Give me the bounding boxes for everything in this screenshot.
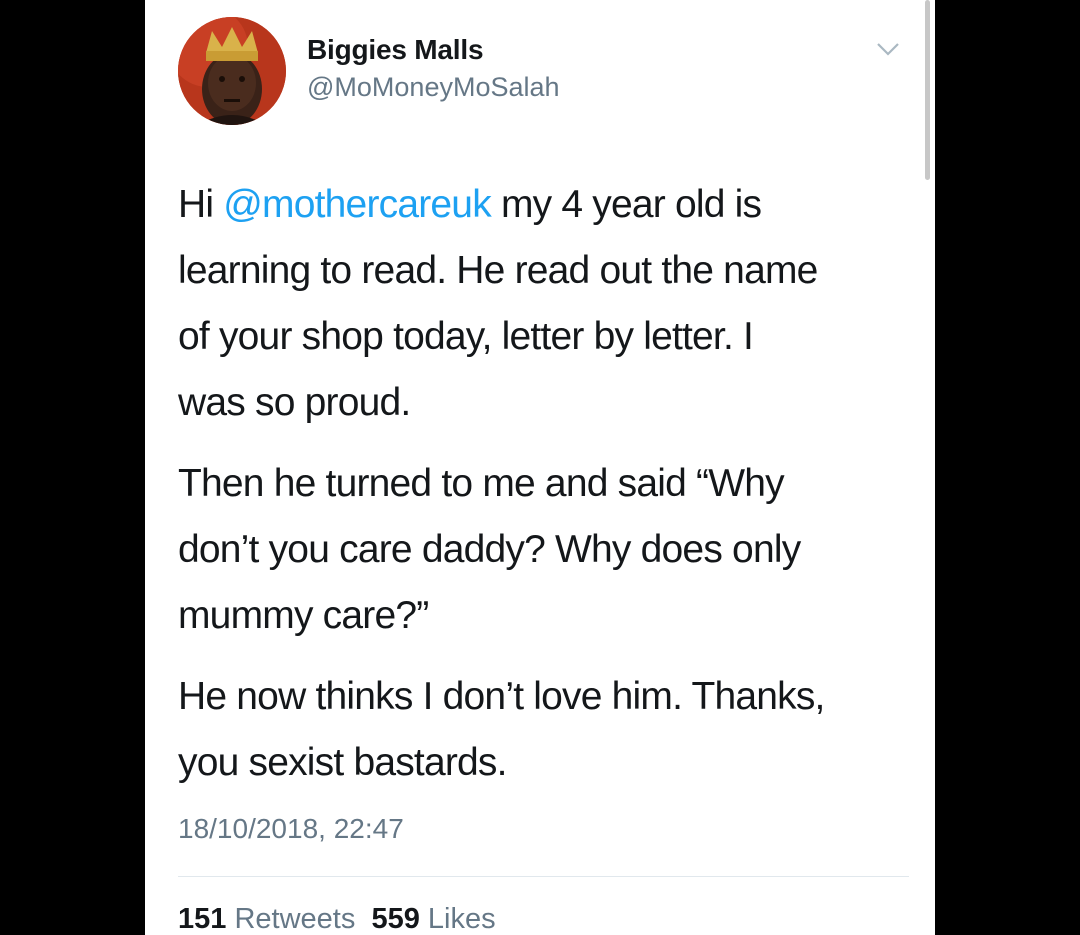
text-line: don’t you care daddy? Why does only <box>178 528 801 571</box>
text-line: of your shop today, letter by letter. I <box>178 315 754 358</box>
retweets-label: Retweets <box>234 903 356 935</box>
text-line: mummy care?” <box>178 594 429 637</box>
mention-link[interactable]: @mothercareuk <box>223 183 491 226</box>
text-line: Then he turned to me and said “Why <box>178 462 785 505</box>
chevron-down-icon[interactable] <box>872 38 904 62</box>
likes-stat[interactable]: 559 Likes <box>371 903 495 935</box>
tweet-stats: 151 Retweets 559 Likes <box>178 903 496 935</box>
scrollbar[interactable] <box>925 0 930 180</box>
tweet-paragraph: Hi @mothercareuk my 4 year old is learni… <box>178 172 918 436</box>
retweets-count: 151 <box>178 903 227 935</box>
tweet-paragraph: He now thinks I don’t love him. Thanks, … <box>178 664 918 796</box>
text-segment: Hi <box>178 183 224 226</box>
likes-count: 559 <box>371 903 420 935</box>
author-display-name[interactable]: Biggies Malls <box>307 34 484 66</box>
text-line: learning to read. He read out the name <box>178 249 818 292</box>
author-handle[interactable]: @MoMoneyMoSalah <box>307 72 560 103</box>
tweet-timestamp[interactable]: 18/10/2018, 22:47 <box>178 813 404 845</box>
tweet-text: Hi @mothercareuk my 4 year old is learni… <box>178 172 918 796</box>
retweets-stat[interactable]: 151 Retweets <box>178 903 355 935</box>
text-line: was so proud. <box>178 381 411 424</box>
divider <box>178 876 909 877</box>
likes-label: Likes <box>427 903 496 935</box>
avatar[interactable] <box>178 17 286 125</box>
tweet-paragraph: Then he turned to me and said “Why don’t… <box>178 451 918 649</box>
tweet-card: Biggies Malls @MoMoneyMoSalah Hi @mother… <box>145 0 935 935</box>
avatar-image <box>178 17 286 125</box>
text-line: you sexist bastards. <box>178 741 507 784</box>
text-line: He now thinks I don’t love him. Thanks, <box>178 675 825 718</box>
text-segment: my 4 year old is <box>490 183 762 226</box>
